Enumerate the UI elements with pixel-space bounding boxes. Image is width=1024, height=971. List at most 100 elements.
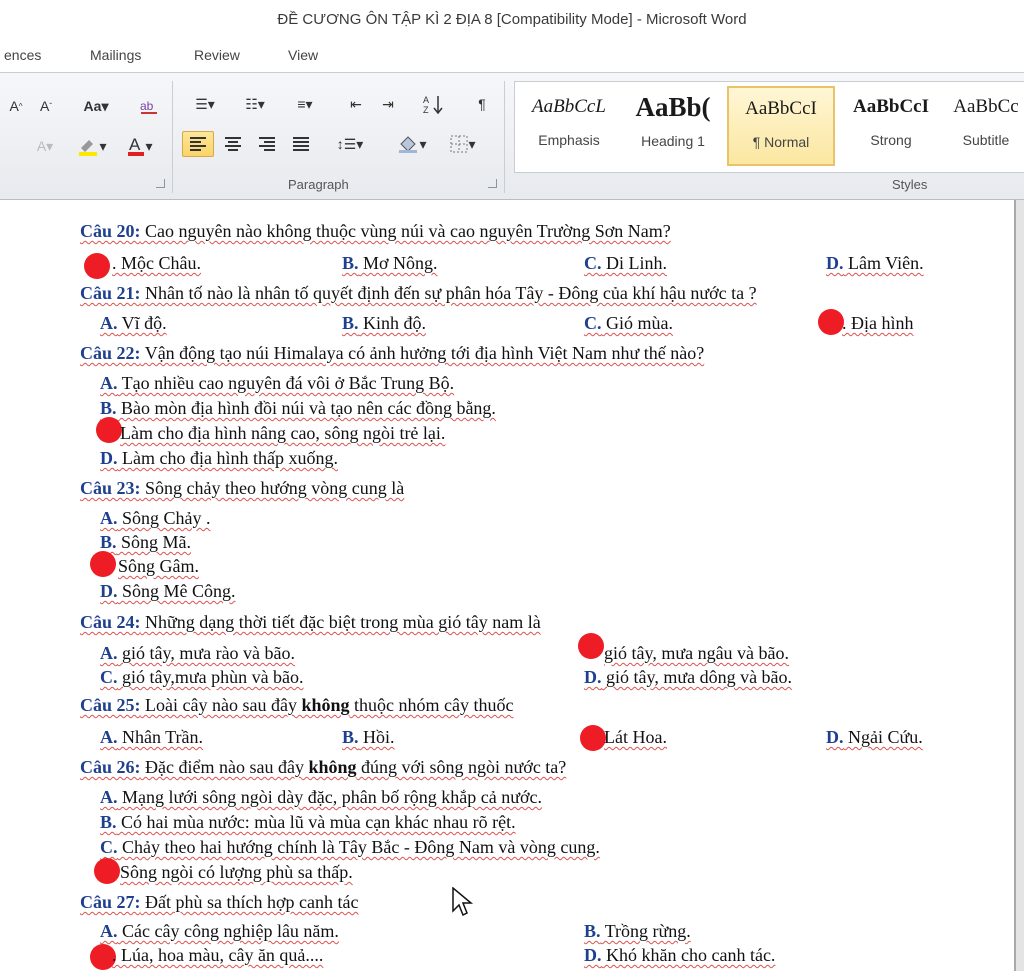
mouse-pointer-icon [452,887,474,917]
ribbon: A ^ Aˇ Aa ▾ ab A▾ ▾ A ▾ ☰▾ ☷▾ ≡▾ ⇤ ⇥ AZ ¶ ↕… [0,72,1024,200]
option-text: Hồi. [358,727,395,747]
tab-review[interactable]: Review [194,47,240,63]
decrease-indent-icon[interactable]: ⇤ [342,91,370,117]
option-letter: A. [100,508,118,528]
question-23: Câu 23: Sông chảy theo hướng vòng cung l… [80,477,404,499]
align-left-button[interactable] [182,131,214,157]
option-letter: C. [584,253,602,273]
q26-option-d: Sông ngòi có lượng phù sa thấp. [120,862,353,882]
option-letter: B. [100,532,117,552]
style-sample: AaBbCcI [745,98,817,119]
question-label: Câu 23: [80,478,141,498]
tab-mailings[interactable]: Mailings [90,47,141,63]
option-text: Các cây công nghiệp lâu năm. [117,921,339,941]
q20-option-c: C. Di Linh. [584,252,667,274]
option-text: Vĩ độ. [117,313,167,333]
q26-option-a: A. Mạng lưới sông ngòi dày đặc, phân bố … [100,786,542,808]
question-20: Câu 20: Cao nguyên nào không thuộc vùng … [80,220,671,242]
highlight-color-icon[interactable]: ▾ [72,133,112,159]
tab-view[interactable]: View [288,47,318,63]
q22-option-c: Làm cho địa hình nâng cao, sông ngòi trẻ… [120,423,446,443]
option-text: Nhân Trần. [117,727,204,747]
option-text: gió tây, mưa rào và bão. [117,643,296,663]
q20-option-a: . Mộc Châu. [112,253,201,273]
option-text: Trồng rừng. [600,921,691,941]
align-center-icon[interactable] [218,131,248,157]
option-letter: A. [100,643,118,663]
change-case-label: Aa [83,98,102,114]
option-letter: C. [100,837,118,857]
font-color-icon[interactable]: A ▾ [120,133,160,159]
sort-icon[interactable]: AZ [418,91,448,117]
q27-option-a: A. Các cây công nghiệp lâu năm. [100,920,339,942]
numbering-icon[interactable]: ☷▾ [234,91,276,117]
question-text: Nhân tố nào là nhân tố quyết định đến sự… [140,283,757,303]
clear-formatting-icon[interactable]: ab [134,93,164,119]
q24-option-c: C. gió tây,mưa phùn và bão. [100,666,304,688]
justify-icon[interactable] [286,131,316,157]
q21-option-d: . Địa hình [842,313,914,333]
question-24: Câu 24: Những dạng thời tiết đặc biệt tr… [80,611,541,633]
q23-option-d: D. Sông Mê Công. [100,580,236,602]
question-label: Câu 21: [80,283,141,303]
question-text: Cao nguyên nào không thuộc vùng núi và c… [140,221,671,241]
style-subtitle[interactable]: AaBbCc Subtitle [941,86,1024,166]
bullets-icon[interactable]: ☰▾ [184,91,226,117]
question-27: Câu 27: Đất phù sa thích hợp canh tác [80,891,358,913]
style-strong[interactable]: AaBbCcI Strong [837,86,945,166]
vertical-scrollbar[interactable] [1016,200,1024,971]
style-heading-1[interactable]: AaBb( Heading 1 [619,86,727,166]
q25-option-c: Lát Hoa. [604,727,667,747]
borders-icon[interactable]: ▾ [442,131,484,157]
q25-option-d: D. Ngải Cứu. [826,726,923,748]
q20-option-d: D. Lâm Viên. [826,252,924,274]
change-case-button[interactable]: Aa ▾ [76,93,116,119]
q24-option-d: D. gió tây, mưa dông và bão. [584,666,792,688]
multilevel-list-icon[interactable]: ≡▾ [284,91,326,117]
shrink-font-icon[interactable]: Aˇ [34,93,58,119]
ribbon-tabs: ences Mailings Review View [0,40,1024,72]
svg-text:ab: ab [140,99,154,113]
option-text: Bào mòn địa hình đồi núi và tạo nên các … [116,398,496,418]
increase-indent-icon[interactable]: ⇥ [374,91,402,117]
option-text: Sông Mê Công. [117,581,236,601]
option-letter: B. [100,812,117,832]
text-effects-icon[interactable]: A▾ [28,133,62,159]
q23-option-b: B. Sông Mã. [100,531,191,553]
option-text: Tạo nhiều cao nguyên đá vôi ở Bắc Trung … [117,373,455,393]
shading-icon[interactable]: ▾ [390,131,434,157]
style-sample: AaBbCc [953,96,1019,117]
paragraph-group-label: Paragraph [288,177,349,192]
q27-option-b: B. Trồng rừng. [584,920,691,942]
line-spacing-icon[interactable]: ↕☰▾ [330,131,370,157]
tab-references[interactable]: ences [4,47,41,63]
answer-mark-q21 [818,309,844,335]
option-letter: A. [100,787,118,807]
option-text: Gió mùa. [601,313,673,333]
svg-text:Z: Z [423,105,429,115]
q22-option-a: A. Tạo nhiều cao nguyên đá vôi ở Bắc Tru… [100,372,454,394]
style-normal[interactable]: AaBbCcI ¶ Normal [727,86,835,166]
question-22: Câu 22: Vận động tạo núi Himalaya có ảnh… [80,342,704,364]
option-letter: A. [100,373,118,393]
style-emphasis[interactable]: AaBbCcL Emphasis [515,86,623,166]
option-text: gió tây,mưa phùn và bão. [117,667,304,687]
style-name: Emphasis [538,132,600,148]
grow-font-icon[interactable]: A ^ [4,93,28,119]
q21-option-c: C. Gió mùa. [584,312,673,334]
option-text: Kinh độ. [358,313,427,333]
align-right-icon[interactable] [252,131,282,157]
q20-option-b: B. Mơ Nông. [342,252,438,274]
question-label: Câu 25: [80,695,141,715]
option-letter: D. [584,945,602,965]
option-text: Lâm Viên. [843,253,924,273]
paragraph-dialog-launcher-icon[interactable] [488,179,497,188]
option-letter: B. [342,313,359,333]
q21-option-b: B. Kinh độ. [342,312,426,334]
show-formatting-marks-icon[interactable]: ¶ [468,91,496,117]
q24-option-a: A. gió tây, mưa rào và bão. [100,642,295,664]
font-dialog-launcher-icon[interactable] [156,179,165,188]
option-letter: D. [100,448,118,468]
window-title: ĐỀ CƯƠNG ÔN TẬP KÌ 2 ĐỊA 8 [Compatibilit… [0,0,1024,40]
q25-option-a: A. Nhân Trần. [100,726,203,748]
